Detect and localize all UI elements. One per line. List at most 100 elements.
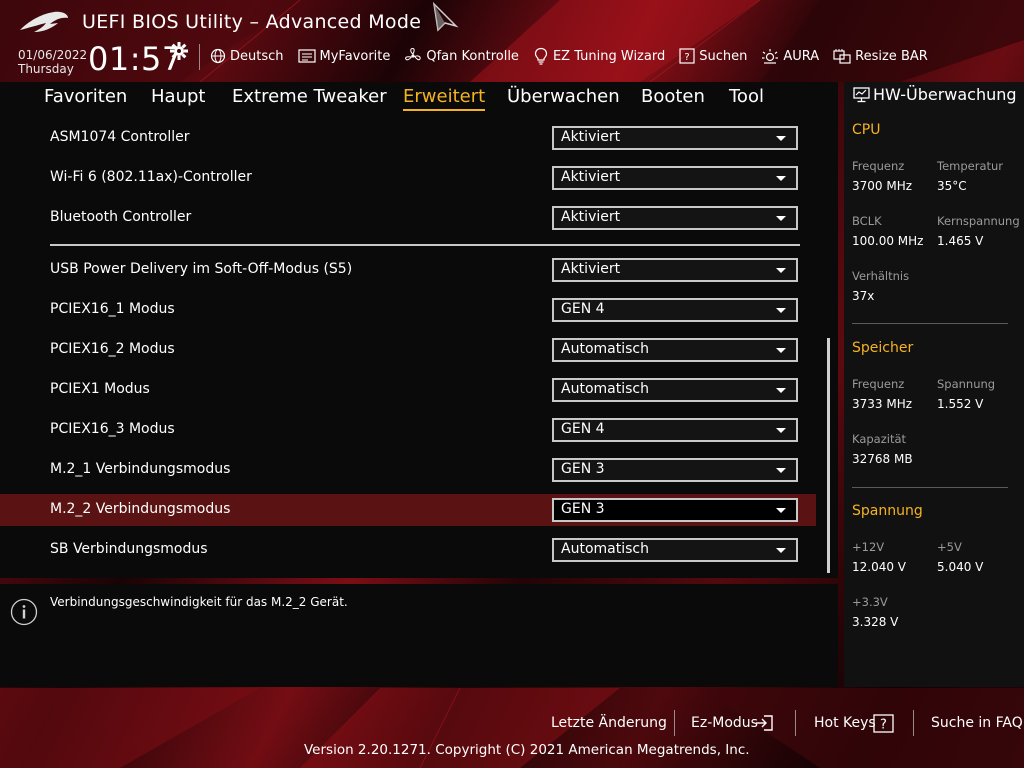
hw-separator [852,323,1008,324]
tab-extreme-tweaker[interactable]: Extreme Tweaker [232,86,387,107]
setting-label: M.2_2 Verbindungsmodus [50,501,231,517]
tab-haupt[interactable]: Haupt [151,86,205,107]
hw-value: 1.552 V [937,397,984,411]
app-title: UEFI BIOS Utility – Advanced Mode [82,11,422,33]
setting-row-asm1074[interactable]: ASM1074 Controller Aktiviert [0,122,816,154]
mouse-pointer-icon [432,2,459,32]
myfavorite-button[interactable]: MyFavorite [297,48,391,64]
language-button[interactable]: Deutsch [210,48,284,64]
setting-label: USB Power Delivery im Soft-Off-Modus (S5… [50,261,353,277]
chevron-down-icon [776,508,786,513]
ez-tuning-wizard-label: EZ Tuning Wizard [552,48,666,64]
search-help-icon: ? [679,48,695,64]
clock: 01:57 [88,40,183,78]
aura-button[interactable]: AURA [761,48,819,64]
setting-row-pciex16-3[interactable]: PCIEX16_3 Modus GEN 4 [0,414,816,446]
resize-bar-button[interactable]: Resize BAR [833,48,928,64]
chevron-down-icon [776,136,786,141]
settings-scrollbar[interactable] [827,338,830,573]
last-change-button[interactable]: Letzte Änderung [551,715,667,731]
setting-row-pciex16-2[interactable]: PCIEX16_2 Modus Automatisch [0,334,816,366]
ez-tuning-wizard-button[interactable]: EZ Tuning Wizard [533,47,665,65]
hot-keys-button[interactable]: Hot Keys [814,715,876,731]
exit-to-ez-mode-icon[interactable] [754,714,774,732]
setting-row-m2-1[interactable]: M.2_1 Verbindungsmodus GEN 3 [0,454,816,486]
aura-icon [762,49,779,64]
hw-label: +12V [852,540,885,554]
tab-erweitert[interactable]: Erweitert [403,86,486,111]
footer-separator [795,710,796,736]
setting-label: PCIEX16_3 Modus [50,421,175,437]
dropdown-value: GEN 4 [561,421,605,437]
setting-row-usb-power-delivery[interactable]: USB Power Delivery im Soft-Off-Modus (S5… [0,254,816,286]
hw-separator [852,487,1008,488]
chevron-down-icon [776,308,786,313]
hw-label: Spannung [937,377,996,391]
search-button[interactable]: ? Suchen [679,48,747,64]
hw-label: Kapazität [852,432,907,446]
setting-dropdown[interactable]: Automatisch [552,378,798,402]
ez-mode-button[interactable]: Ez-Modus [691,715,758,731]
dropdown-value: Aktiviert [561,261,621,277]
dropdown-value: Automatisch [561,341,649,357]
settings-panel: ASM1074 Controller Aktiviert Wi-Fi 6 (80… [0,114,838,578]
hw-label: Frequenz [852,159,905,173]
hw-value: 3.328 V [852,615,899,629]
chevron-down-icon [776,268,786,273]
resize-bar-label: Resize BAR [855,48,928,64]
hw-value: 1.465 V [937,234,984,248]
setting-dropdown[interactable]: Aktiviert [552,166,798,190]
tab-booten[interactable]: Booten [641,86,705,107]
hw-section-cpu: CPU [852,122,881,138]
setting-dropdown[interactable]: GEN 4 [552,418,798,442]
hw-label: Temperatur [937,159,1004,173]
qfan-label: Qfan Kontrolle [426,48,519,64]
hw-label: +5V [937,540,962,554]
setting-row-bluetooth[interactable]: Bluetooth Controller Aktiviert [0,202,816,234]
lightbulb-icon [534,47,548,65]
tab-favoriten[interactable]: Favoriten [44,86,127,107]
time-settings-gear-icon[interactable] [170,42,188,60]
hw-label: Frequenz [852,377,905,391]
setting-dropdown[interactable]: Aktiviert [552,206,798,230]
setting-dropdown[interactable]: Aktiviert [552,126,798,150]
fan-icon [405,47,422,61]
faq-search-button[interactable]: Suche in FAQ [931,715,1023,731]
setting-row-pciex1[interactable]: PCIEX1 Modus Automatisch [0,374,816,406]
hw-label: +3.3V [852,595,888,609]
setting-row-wifi6[interactable]: Wi-Fi 6 (802.11ax)-Controller Aktiviert [0,162,816,194]
copyright-text: Version 2.20.1271. Copyright (C) 2021 Am… [304,742,750,758]
resize-bar-icon [833,49,851,64]
setting-row-pciex16-1[interactable]: PCIEX16_1 Modus GEN 4 [0,294,816,326]
setting-row-sb[interactable]: SB Verbindungsmodus Automatisch [0,534,816,566]
date: 01/06/2022 [18,48,88,62]
setting-dropdown[interactable]: Automatisch [552,338,798,362]
hot-keys-help-icon[interactable]: ? [873,714,894,733]
tab-ueberwachen[interactable]: Überwachen [507,86,620,107]
info-icon [10,598,38,626]
main-tab-bar: Favoriten Haupt Extreme Tweaker Erweiter… [0,82,838,114]
setting-dropdown[interactable]: GEN 3 [552,458,798,482]
setting-row-m2-2[interactable]: M.2_2 Verbindungsmodus GEN 3 [0,494,816,526]
footer-separator [913,710,914,736]
setting-dropdown[interactable]: GEN 3 [552,498,798,522]
myfavorite-icon [297,49,316,63]
chevron-down-icon [776,216,786,221]
dropdown-value: Automatisch [561,381,649,397]
svg-text:?: ? [685,52,690,63]
hw-label: Verhältnis [852,269,910,283]
myfavorite-label: MyFavorite [319,48,391,64]
language-label: Deutsch [230,48,284,64]
hw-label: Kernspannung [937,214,1020,228]
setting-dropdown[interactable]: Automatisch [552,538,798,562]
hw-label: BCLK [852,214,882,228]
setting-dropdown[interactable]: GEN 4 [552,298,798,322]
dropdown-value: Aktiviert [561,129,621,145]
setting-label: PCIEX16_2 Modus [50,341,175,357]
qfan-button[interactable]: Qfan Kontrolle [404,47,519,65]
tab-tool[interactable]: Tool [729,86,764,107]
setting-dropdown[interactable]: Aktiviert [552,258,798,282]
setting-label: M.2_1 Verbindungsmodus [50,461,231,477]
help-panel: Verbindungsgeschwindigkeit für das M.2_2… [0,584,838,687]
rog-logo-icon [20,11,68,32]
